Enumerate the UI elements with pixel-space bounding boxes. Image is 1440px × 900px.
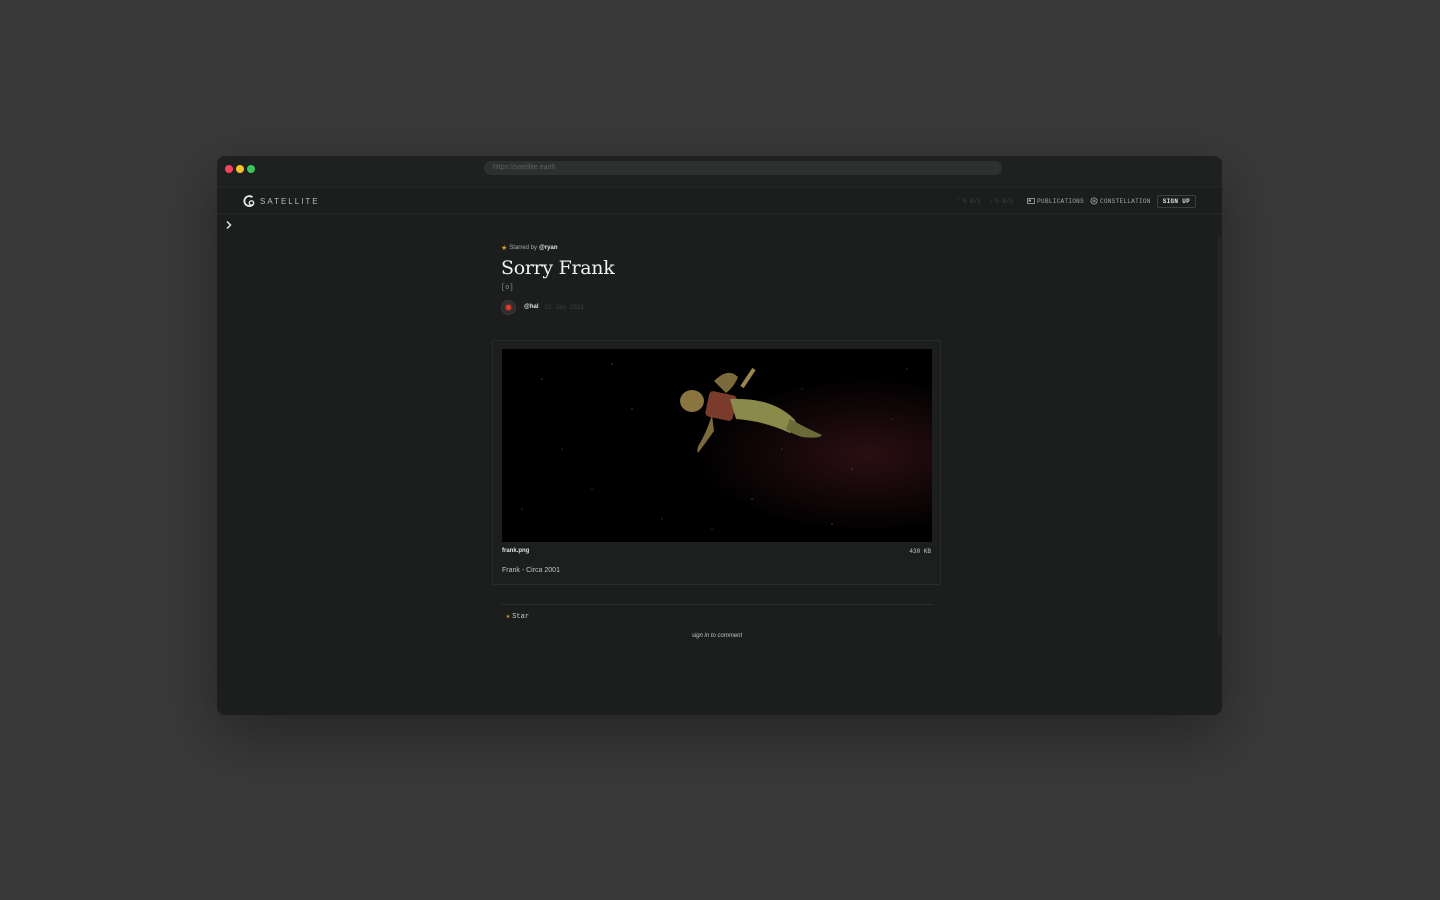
download-rate-value: 0 B/s [995, 197, 1014, 205]
star-icon: ★ [501, 245, 508, 252]
upload-rate-value: 0 B/s [962, 197, 981, 205]
upload-arrow-icon: ↑ [956, 197, 961, 205]
author-row: @hal 23 Jan 2021 [501, 299, 941, 315]
satellite-logo-icon [243, 195, 255, 207]
publications-icon [1027, 198, 1036, 204]
starred-by: ★ Starred by @ryan [501, 244, 941, 252]
starred-user-link[interactable]: @ryan [539, 245, 558, 251]
file-name[interactable]: frank.png [502, 548, 529, 554]
post-slug: [o] [501, 284, 514, 292]
browser-window: https://satellite.earth SATELLITE ↑ 0 B/… [217, 156, 1222, 715]
title-bar: https://satellite.earth [217, 156, 1222, 188]
attachment-image[interactable] [502, 349, 932, 542]
sign-up-button[interactable]: SIGN UP [1156, 194, 1196, 208]
attachment-card: frank.png 430 KB Frank - Circa 2001 [492, 340, 941, 585]
star-button-label: Star [512, 612, 530, 621]
constellation-label: CONSTELLATION [1099, 197, 1151, 205]
author-link[interactable]: @hal [524, 304, 539, 310]
download-rate: ↓ 0 B/s [989, 197, 1013, 205]
avatar[interactable] [501, 299, 516, 315]
file-caption: Frank - Circa 2001 [502, 567, 560, 574]
file-size: 430 KB [909, 548, 931, 555]
star-icon: ★ [506, 613, 511, 621]
star-button[interactable]: ★ Star [506, 612, 530, 622]
constellation-icon [1090, 197, 1098, 205]
chevron-right-icon[interactable] [224, 220, 234, 230]
post-date: 23 Jan 2021 [544, 303, 585, 311]
publications-label: PUBLICATIONS [1037, 197, 1084, 205]
maximize-window-button[interactable] [247, 165, 255, 173]
address-bar[interactable]: https://satellite.earth [484, 161, 1002, 175]
constellation-link[interactable]: CONSTELLATION [1090, 197, 1151, 205]
minimize-window-button[interactable] [236, 165, 244, 173]
close-window-button[interactable] [225, 165, 233, 173]
upload-rate: ↑ 0 B/s [957, 197, 981, 205]
post-header: ★ Starred by @ryan Sorry Frank [o] @hal … [501, 244, 941, 315]
sign-in-to-comment-link[interactable]: sign in to comment [501, 633, 933, 639]
scrollbar[interactable] [1218, 236, 1221, 636]
divider [501, 604, 933, 605]
logo-text: SATELLITE [260, 196, 320, 206]
logo[interactable]: SATELLITE [242, 194, 320, 208]
starred-prefix: Starred by [509, 245, 537, 251]
post-title: Sorry Frank [501, 257, 615, 279]
astronaut-image [502, 349, 932, 542]
top-nav: SATELLITE ↑ 0 B/s ↓ 0 B/s PUBLICATIONS C… [217, 189, 1222, 214]
download-arrow-icon: ↓ [988, 197, 994, 205]
publications-link[interactable]: PUBLICATIONS [1027, 197, 1084, 205]
